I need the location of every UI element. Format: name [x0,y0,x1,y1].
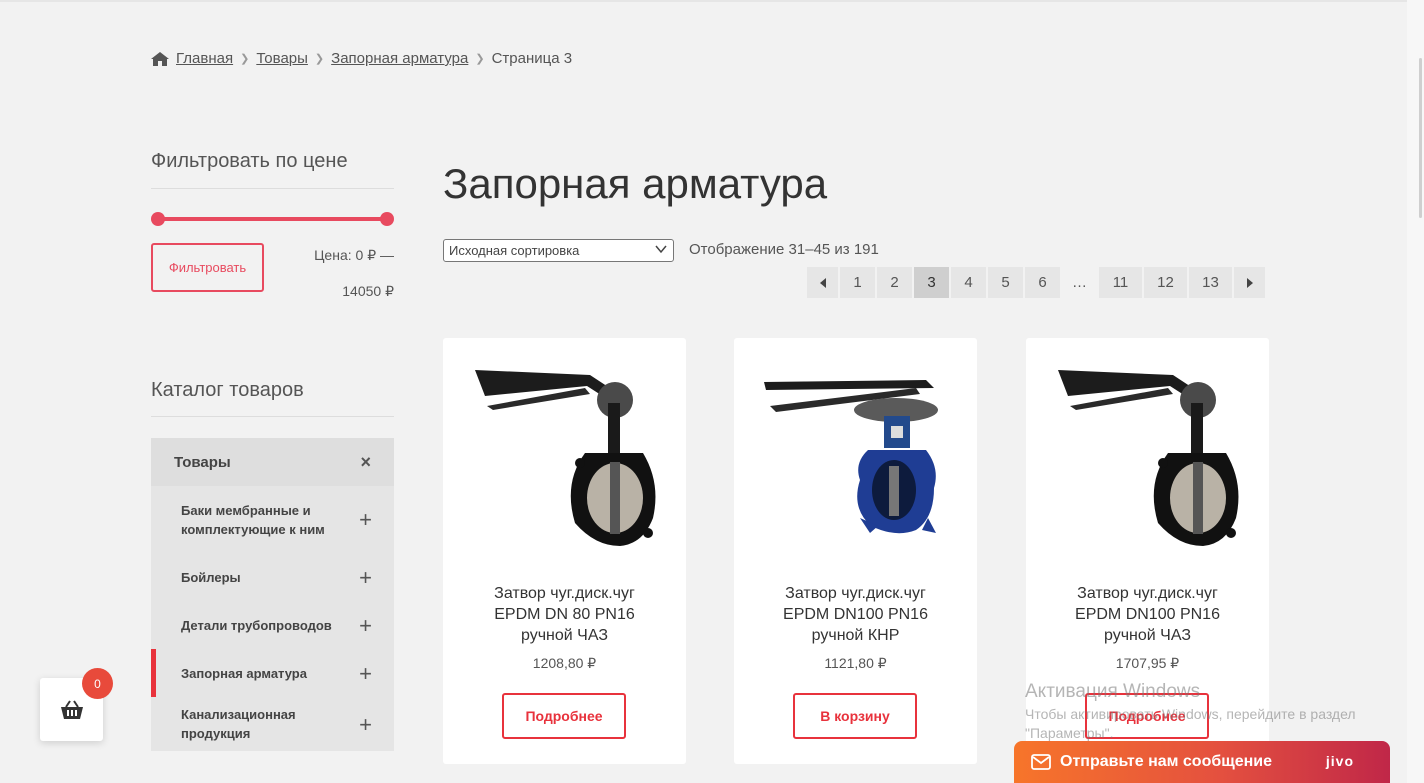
product-name[interactable]: Затвор чуг.диск.чуг EPDM DN100 PN16 ручн… [744,583,967,646]
page-current-3: 3 [914,267,949,298]
catalog-item-label-line: Баки мембранные и [181,502,311,518]
cart-count-badge: 0 [82,668,113,699]
page-link-5[interactable]: 5 [988,267,1023,298]
catalog-item-pipe-parts[interactable]: Детали трубопроводов + [151,601,394,649]
product-price: 1208,80 ₽ [532,655,597,671]
product-name-line: EPDM DN100 PN16 [1075,606,1220,623]
butterfly-valve-image[interactable] [756,358,956,553]
breadcrumb-current: Страница 3 [491,50,573,67]
product-name-line: Затвор чуг.диск.чуг [1077,585,1218,602]
close-icon[interactable]: × [360,452,371,473]
catalog-item-label: Канализационная продукция [181,705,296,743]
page-link-1[interactable]: 1 [840,267,875,298]
plus-icon[interactable]: + [359,713,372,735]
chevron-right-icon: ❯ [475,53,485,65]
plus-icon[interactable]: + [359,509,372,531]
catalog-item-label: Баки мембранные и комплектующие к ним [181,501,325,539]
prev-page-button[interactable] [807,267,838,298]
slider-max-handle[interactable] [380,212,394,226]
price-range-slider[interactable] [151,212,394,226]
product-name-line: ручной ЧАЗ [521,627,608,644]
price-range-label: Цена: 0 ₽ — [314,247,394,263]
chevron-left-icon [819,277,826,288]
jivo-logo: jivo [1325,753,1354,769]
catalog-item-sewer[interactable]: Канализационная продукция + [151,697,394,751]
catalog-title: Каталог товаров [151,379,304,401]
breadcrumb-category-link[interactable]: Запорная арматура [331,50,468,67]
envelope-icon [1031,754,1051,770]
product-name[interactable]: Затвор чуг.диск.чуг EPDM DN 80 PN16 ручн… [453,583,676,646]
page-link-6[interactable]: 6 [1025,267,1060,298]
catalog-head-label: Товары [174,453,231,471]
chevron-down-icon [655,245,667,254]
basket-icon [60,699,83,719]
product-name[interactable]: Затвор чуг.диск.чуг EPDM DN100 PN16 ручн… [1036,583,1259,646]
filter-button[interactable]: Фильтровать [151,243,264,292]
sort-selected-value: Исходная сортировка [449,243,580,258]
sort-select[interactable]: Исходная сортировка [443,239,674,262]
catalog-item-label-line: продукция [181,726,251,741]
next-page-button[interactable] [1234,267,1265,298]
chat-widget-button[interactable]: Отправьте нам сообщение jivo [1014,741,1390,783]
breadcrumb-home-link[interactable]: Главная [176,50,233,67]
page-link-11[interactable]: 11 [1099,267,1142,298]
butterfly-valve-image[interactable] [465,358,665,553]
windows-activation-title: Активация Windows [1025,681,1201,702]
catalog-item-label: Детали трубопроводов [181,617,332,633]
breadcrumb-goods-link[interactable]: Товары [256,50,308,67]
catalog-item-tanks[interactable]: Баки мембранные и комплектующие к ним + [151,486,394,553]
catalog-tree: Товары × Баки мембранные и комплектующие… [151,438,394,751]
product-card[interactable]: Затвор чуг.диск.чуг EPDM DN100 PN16 ручн… [734,338,977,764]
plus-icon[interactable]: + [359,614,372,636]
catalog-item-label-line: комплектующие к ним [181,521,325,537]
page-link-2[interactable]: 2 [877,267,912,298]
catalog-item-label: Бойлеры [181,569,241,585]
slider-min-handle[interactable] [151,212,165,226]
result-count: Отображение 31–45 из 191 [689,241,879,258]
sidebar: Фильтровать по цене Фильтровать Цена: 0 … [151,150,394,751]
chevron-right-icon [1246,277,1253,288]
product-name-line: EPDM DN 80 PN16 [494,606,635,623]
product-name-line: Затвор чуг.диск.чуг [494,585,635,602]
price-filter-title: Фильтровать по цене [151,150,348,172]
product-name-line: Затвор чуг.диск.чуг [785,585,926,602]
page-link-4[interactable]: 4 [951,267,986,298]
chevron-right-icon: ❯ [240,53,250,65]
chevron-right-icon: ❯ [314,53,325,65]
catalog-item-boilers[interactable]: Бойлеры + [151,553,394,601]
product-card[interactable]: Затвор чуг.диск.чуг EPDM DN 80 PN16 ручн… [443,338,686,764]
details-button[interactable]: Подробнее [502,693,626,739]
page-title: Запорная арматура [443,160,828,207]
page-ellipsis: … [1072,274,1087,291]
plus-icon[interactable]: + [359,566,372,588]
page-link-12[interactable]: 12 [1144,267,1187,298]
catalog-item-valves[interactable]: Запорная арматура + [151,649,394,697]
product-name-line: EPDM DN100 PN16 [783,606,928,623]
product-price: 1707,95 ₽ [1115,655,1180,671]
page-link-13[interactable]: 13 [1189,267,1232,298]
top-border [0,0,1424,2]
catalog-item-label: Запорная арматура [181,665,307,681]
price-filter-actions: Фильтровать Цена: 0 ₽ — 14050 ₽ [151,243,394,333]
windows-activation-text: Чтобы активировать Windows, перейдите в … [1025,705,1356,743]
butterfly-valve-image[interactable] [1048,358,1248,553]
price-range-label-max: 14050 ₽ [342,283,394,299]
chat-widget-label: Отправьте нам сообщение [1060,753,1273,770]
divider [151,416,394,417]
page-scrollbar[interactable] [1407,0,1424,783]
scroll-thumb[interactable] [1419,58,1422,218]
product-price: 1121,80 ₽ [824,655,887,671]
catalog-item-label-line: Канализационная [181,707,296,722]
product-name-line: ручной ЧАЗ [1104,627,1191,644]
pagination: 1 2 3 4 5 6 … 11 12 13 [807,267,1265,298]
product-name-line: ручной КНР [811,627,900,644]
divider [151,188,394,189]
catalog-head[interactable]: Товары × [151,438,394,486]
watermark-line: Чтобы активировать Windows, перейдите в … [1025,706,1356,722]
plus-icon[interactable]: + [359,662,372,684]
home-icon[interactable] [151,51,169,66]
slider-track [158,217,387,221]
add-to-cart-button[interactable]: В корзину [793,693,917,739]
breadcrumb: Главная ❯ Товары ❯ Запорная арматура ❯ С… [151,50,572,67]
